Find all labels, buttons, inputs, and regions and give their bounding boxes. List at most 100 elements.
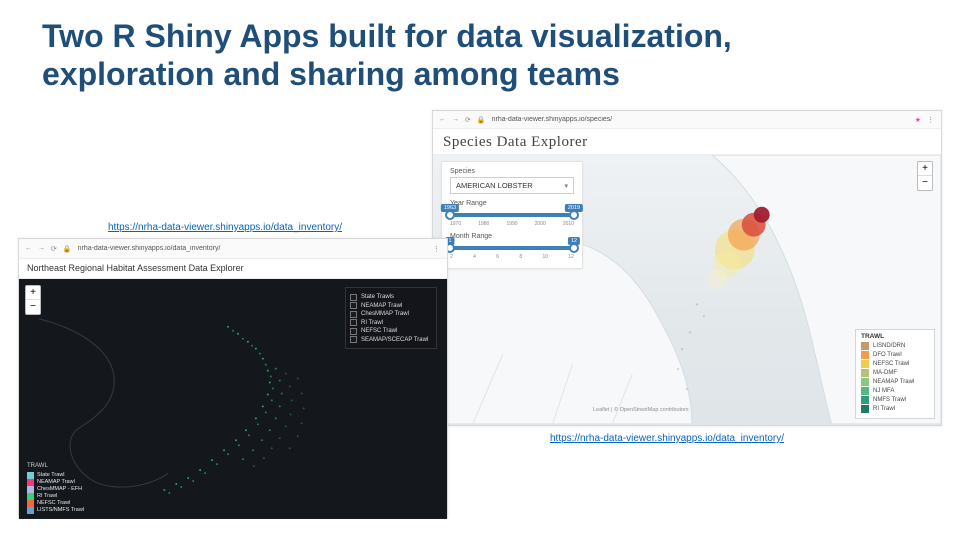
zoom-out-button[interactable]: − [26,300,40,314]
zoom-in-button[interactable]: + [26,286,40,300]
layer-label: SEAMAP/SCECAP Trawl [361,337,428,343]
year-tick: 2010 [563,221,574,227]
legend-swatch-icon [861,396,869,404]
legend-swatch-icon [27,493,34,500]
month-range-label: Month Range [450,233,574,240]
layer-label: RI Trawl [361,320,383,326]
year-min-thumb[interactable] [445,210,455,220]
month-max-thumb[interactable] [569,243,579,253]
legend-label: MA-DMF [873,370,897,376]
legend-swatch-icon [27,472,34,479]
layer-label: ChesMMAP Trawl [361,311,409,317]
legend-swatch-icon [861,351,869,359]
legend-row: NJ MFA [861,387,929,395]
nav-forward-icon[interactable]: → [38,245,45,252]
lock-icon: 🔒 [63,245,72,253]
lock-icon: 🔒 [477,116,486,124]
address-bar[interactable]: nrha-data-viewer.shinyapps.io/data_inven… [78,245,427,252]
layer-checkbox-row[interactable]: NEFSC Trawl [350,328,432,335]
legend-label: DFO Trawl [873,352,902,358]
species-explorer-app: ← → ⟳ 🔒 nrha-data-viewer.shinyapps.io/sp… [432,110,942,426]
controls-panel: Species AMERICAN LOBSTER ▾ Year Range 19… [441,161,583,269]
legend-heading: TRAWL [27,463,115,471]
legend-swatch-icon [27,486,34,493]
month-tick: 8 [519,254,522,260]
layer-checkbox-row[interactable]: ChesMMAP Trawl [350,311,432,318]
legend-label: LISTS/NMFS Trawl [37,507,84,514]
checkbox-icon[interactable] [350,319,357,326]
legend-label: NEFSC Trawl [37,500,70,507]
year-tick: 1990 [506,221,517,227]
nav-back-icon[interactable]: ← [25,245,32,252]
link-app1[interactable]: https://nrha-data-viewer.shinyapps.io/da… [108,222,342,233]
legend-row: NEAMAP Trawl [27,479,115,486]
layer-checkbox-row[interactable]: RI Trawl [350,319,432,326]
reload-icon[interactable]: ⟳ [465,116,471,124]
menu-icon[interactable]: ⋮ [927,116,935,124]
month-range-slider[interactable]: 1 12 2 4 6 8 10 12 [450,246,574,260]
app-title: Species Data Explorer [433,129,941,155]
month-tick: 10 [543,254,549,260]
species-select-value: AMERICAN LOBSTER [456,181,533,190]
legend-swatch-icon [27,479,34,486]
layer-checklist: State Trawls NEAMAP Trawl ChesMMAP Trawl RI… [345,287,437,349]
legend-heading: TRAWL [861,333,929,340]
trawl-legend: TRAWL LISND/DRN DFO Trawl NEFSC Trawl MA-DM… [855,329,935,419]
year-tick: 1980 [478,221,489,227]
legend-swatch-icon [27,507,34,514]
zoom-in-button[interactable]: + [918,162,932,176]
legend-row: NEFSC Trawl [27,500,115,507]
year-range-slider[interactable]: 1963 2019 1970 1980 1990 2000 2010 [450,213,574,227]
zoom-control: + − [25,285,41,315]
layer-label: NEAMAP Trawl [361,303,402,309]
year-max-thumb[interactable] [569,210,579,220]
layer-checkbox-row[interactable]: State Trawls [350,294,432,301]
legend-label: RI Trawl [873,406,895,412]
legend-label: NMFS Trawl [873,397,906,403]
legend-label: ChesMMAP - EFH [37,486,82,493]
legend-row: ChesMMAP - EFH [27,486,115,493]
bookmark-icon[interactable]: ★ [915,116,921,124]
menu-icon[interactable]: ⋮ [433,245,441,253]
layer-checkbox-row[interactable]: NEAMAP Trawl [350,302,432,309]
checkbox-icon[interactable] [350,311,357,318]
month-tick: 6 [496,254,499,260]
legend-swatch-icon [861,360,869,368]
checkbox-icon[interactable] [350,336,357,343]
layer-label: NEFSC Trawl [361,328,397,334]
legend-row: LISND/DRN [861,342,929,350]
habitat-map[interactable]: + − State Trawls NEAMAP Trawl ChesMMAP Tra… [19,279,447,519]
legend-label: NEFSC Trawl [873,361,909,367]
browser-chrome: ← → ⟳ 🔒 nrha-data-viewer.shinyapps.io/sp… [433,111,941,129]
legend-row: RI Trawl [27,493,115,500]
browser-chrome: ← → ⟳ 🔒 nrha-data-viewer.shinyapps.io/da… [19,239,447,259]
legend-row: MA-DMF [861,369,929,377]
checkbox-icon[interactable] [350,302,357,309]
legend-row: NMFS Trawl [861,396,929,404]
zoom-out-button[interactable]: − [918,176,932,190]
nav-forward-icon[interactable]: → [452,116,459,123]
chevron-down-icon: ▾ [564,182,568,190]
legend-swatch-icon [861,387,869,395]
legend-label: NJ MFA [873,388,894,394]
legend-label: RI Trawl [37,493,57,500]
map-attribution: Leaflet | © OpenStreetMap contributors [593,407,689,413]
nav-back-icon[interactable]: ← [439,116,446,123]
checkbox-icon[interactable] [350,294,357,301]
species-select[interactable]: AMERICAN LOBSTER ▾ [450,177,574,194]
checkbox-icon[interactable] [350,328,357,335]
trawl-legend: TRAWL State TrawlNEAMAP TrawlChesMMAP - … [23,460,119,518]
reload-icon[interactable]: ⟳ [51,245,57,253]
address-bar[interactable]: nrha-data-viewer.shinyapps.io/species/ [492,116,909,123]
legend-swatch-icon [861,378,869,386]
month-tick: 4 [473,254,476,260]
year-tick: 1970 [450,221,461,227]
link-app2[interactable]: https://nrha-data-viewer.shinyapps.io/da… [550,433,784,444]
layer-label: State Trawls [361,294,394,300]
month-tick: 12 [568,254,574,260]
legend-row: NEAMAP Trawl [861,378,929,386]
species-select-label: Species [450,168,574,175]
layer-checkbox-row[interactable]: SEAMAP/SCECAP Trawl [350,336,432,343]
legend-label: NEAMAP Trawl [873,379,914,385]
legend-swatch-icon [861,369,869,377]
